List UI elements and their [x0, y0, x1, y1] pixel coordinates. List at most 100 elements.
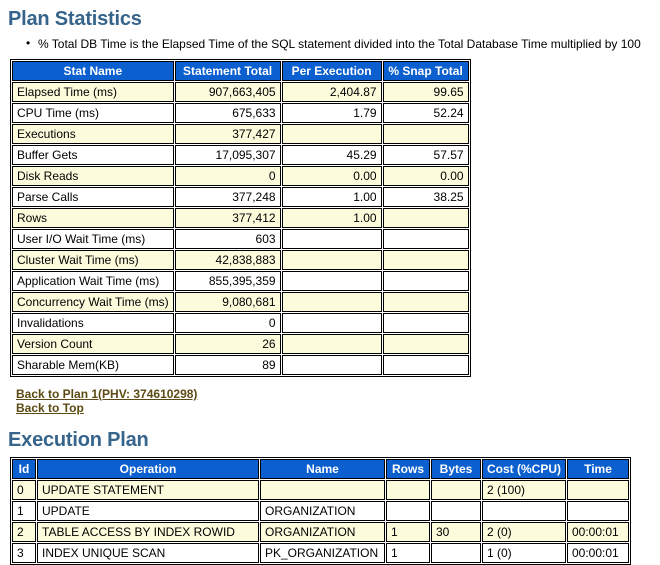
- column-header-stat-name[interactable]: Stat Name: [12, 61, 174, 81]
- cell-stat-name: Disk Reads: [12, 166, 174, 186]
- cell-snap-total: [382, 313, 469, 333]
- cell-rows: [386, 480, 430, 500]
- table-row: 1 UPDATE ORGANIZATION: [12, 501, 629, 521]
- column-header-id[interactable]: Id: [12, 459, 36, 479]
- cell-statement-total: 377,427: [174, 124, 281, 144]
- cell-per-execution: [281, 334, 382, 354]
- column-header-time[interactable]: Time: [567, 459, 629, 479]
- cell-snap-total: [382, 355, 469, 375]
- cell-operation: TABLE ACCESS BY INDEX ROWID: [37, 522, 259, 542]
- cell-per-execution: 2,404.87: [281, 82, 382, 102]
- cell-per-execution: [281, 355, 382, 375]
- cell-per-execution: [281, 229, 382, 249]
- table-row: Disk Reads 0 0.00 0.00: [12, 166, 469, 186]
- cell-snap-total: [382, 208, 469, 228]
- table-row: CPU Time (ms) 675,633 1.79 52.24: [12, 103, 469, 123]
- column-header-bytes[interactable]: Bytes: [431, 459, 481, 479]
- column-header-name[interactable]: Name: [260, 459, 385, 479]
- cell-per-execution: [281, 124, 382, 144]
- column-header-rows[interactable]: Rows: [386, 459, 430, 479]
- cell-per-execution: [281, 250, 382, 270]
- cell-snap-total: 0.00: [382, 166, 469, 186]
- cell-per-execution: 1.79: [281, 103, 382, 123]
- table-row: Application Wait Time (ms) 855,395,359: [12, 271, 469, 291]
- cell-stat-name: Parse Calls: [12, 187, 174, 207]
- awr-report-page: Plan Statistics % Total DB Time is the E…: [0, 0, 660, 565]
- cell-statement-total: 855,395,359: [174, 271, 281, 291]
- cell-id: 0: [12, 480, 36, 500]
- cell-snap-total: 57.57: [382, 145, 469, 165]
- cell-stat-name: Version Count: [12, 334, 174, 354]
- cell-time: 00:00:01: [567, 522, 629, 542]
- cell-stat-name: Invalidations: [12, 313, 174, 333]
- plan-statistics-notes: % Total DB Time is the Elapsed Time of t…: [8, 36, 660, 51]
- cell-statement-total: 17,095,307: [174, 145, 281, 165]
- cell-cost: 2 (0): [482, 522, 566, 542]
- table-row: Version Count 26: [12, 334, 469, 354]
- cell-name: [260, 480, 385, 500]
- cell-rows: 1: [386, 543, 430, 563]
- cell-stat-name: CPU Time (ms): [12, 103, 174, 123]
- table-row: Invalidations 0: [12, 313, 469, 333]
- back-to-top-link[interactable]: Back to Top: [16, 401, 660, 415]
- back-to-plan-1-link[interactable]: Back to Plan 1(PHV: 374610298): [16, 387, 660, 401]
- cell-snap-total: [382, 334, 469, 354]
- cell-rows: 1: [386, 522, 430, 542]
- navigation-links: Back to Plan 1(PHV: 374610298) Back to T…: [16, 387, 660, 415]
- plan-statistics-table: Stat Name Statement Total Per Execution …: [10, 59, 471, 377]
- column-header-operation[interactable]: Operation: [37, 459, 259, 479]
- table-row: Rows 377,412 1.00: [12, 208, 469, 228]
- cell-snap-total: 99.65: [382, 82, 469, 102]
- cell-name: ORGANIZATION: [260, 522, 385, 542]
- cell-time: [567, 480, 629, 500]
- cell-time: [567, 501, 629, 521]
- table-row: Buffer Gets 17,095,307 45.29 57.57: [12, 145, 469, 165]
- table-row: User I/O Wait Time (ms) 603: [12, 229, 469, 249]
- cell-per-execution: 45.29: [281, 145, 382, 165]
- cell-cost: [482, 501, 566, 521]
- cell-snap-total: [382, 229, 469, 249]
- cell-operation: UPDATE STATEMENT: [37, 480, 259, 500]
- table-row: Sharable Mem(KB) 89: [12, 355, 469, 375]
- cell-statement-total: 907,663,405: [174, 82, 281, 102]
- cell-statement-total: 377,248: [174, 187, 281, 207]
- cell-stat-name: Sharable Mem(KB): [12, 355, 174, 375]
- cell-bytes: [431, 501, 481, 521]
- cell-per-execution: [281, 313, 382, 333]
- column-header-statement-total[interactable]: Statement Total: [174, 61, 281, 81]
- column-header-snap-total[interactable]: % Snap Total: [382, 61, 469, 81]
- cell-stat-name: Application Wait Time (ms): [12, 271, 174, 291]
- cell-per-execution: 1.00: [281, 187, 382, 207]
- cell-cost: 1 (0): [482, 543, 566, 563]
- cell-stat-name: Elapsed Time (ms): [12, 82, 174, 102]
- cell-operation: INDEX UNIQUE SCAN: [37, 543, 259, 563]
- cell-time: 00:00:01: [567, 543, 629, 563]
- cell-stat-name: Cluster Wait Time (ms): [12, 250, 174, 270]
- column-header-cost[interactable]: Cost (%CPU): [482, 459, 566, 479]
- cell-stat-name: Concurrency Wait Time (ms): [12, 292, 174, 312]
- cell-snap-total: 38.25: [382, 187, 469, 207]
- page-title-execution-plan: Execution Plan: [8, 429, 149, 451]
- cell-name: PK_ORGANIZATION: [260, 543, 385, 563]
- cell-statement-total: 675,633: [174, 103, 281, 123]
- table-row: Cluster Wait Time (ms) 42,838,883: [12, 250, 469, 270]
- cell-snap-total: [382, 271, 469, 291]
- cell-stat-name: User I/O Wait Time (ms): [12, 229, 174, 249]
- cell-statement-total: 0: [174, 166, 281, 186]
- cell-per-execution: [281, 271, 382, 291]
- table-row: Concurrency Wait Time (ms) 9,080,681: [12, 292, 469, 312]
- column-header-per-execution[interactable]: Per Execution: [281, 61, 382, 81]
- cell-statement-total: 0: [174, 313, 281, 333]
- cell-snap-total: [382, 124, 469, 144]
- table-row: 3 INDEX UNIQUE SCAN PK_ORGANIZATION 1 1 …: [12, 543, 629, 563]
- cell-cost: 2 (100): [482, 480, 566, 500]
- cell-statement-total: 89: [174, 355, 281, 375]
- cell-per-execution: 0.00: [281, 166, 382, 186]
- table-row: 2 TABLE ACCESS BY INDEX ROWID ORGANIZATI…: [12, 522, 629, 542]
- page-title-plan-statistics: Plan Statistics: [8, 8, 142, 30]
- cell-name: ORGANIZATION: [260, 501, 385, 521]
- cell-statement-total: 9,080,681: [174, 292, 281, 312]
- cell-bytes: [431, 480, 481, 500]
- cell-statement-total: 42,838,883: [174, 250, 281, 270]
- table-row: Executions 377,427: [12, 124, 469, 144]
